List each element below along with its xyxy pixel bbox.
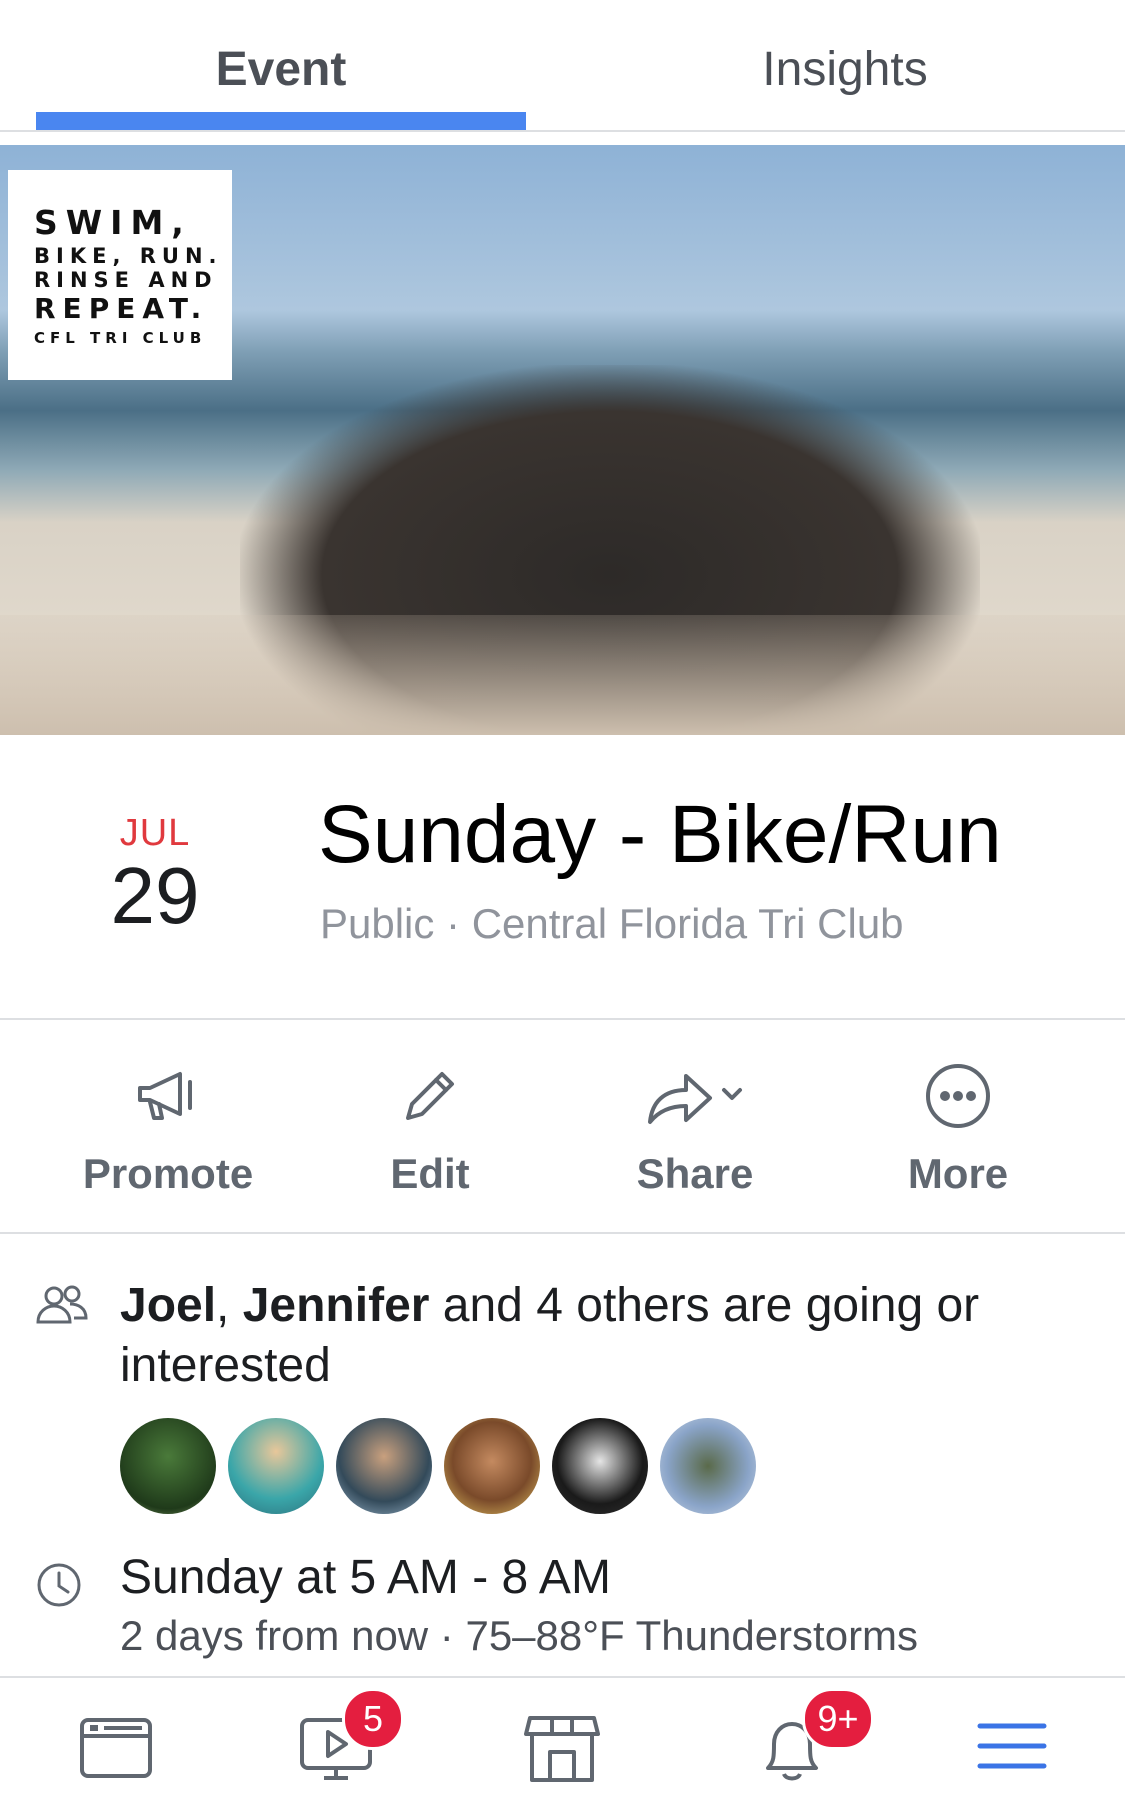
promote-label: Promote <box>82 1150 254 1197</box>
people-icon <box>36 1285 88 1324</box>
logo-line: RINSE AND <box>34 268 218 292</box>
club-logo: SWIM, BIKE, RUN. RINSE AND REPEAT. CFL T… <box>8 170 232 380</box>
avatar[interactable] <box>336 1418 432 1514</box>
avatar[interactable] <box>228 1418 324 1514</box>
share-arrow-icon <box>648 1074 742 1124</box>
share-label: Share <box>636 1150 754 1197</box>
edit-button[interactable]: Edit <box>300 1060 560 1198</box>
megaphone-icon <box>138 1072 192 1120</box>
tab-insights[interactable]: Insights <box>600 0 1090 130</box>
marketplace-icon[interactable] <box>522 1708 602 1788</box>
avatar[interactable] <box>444 1418 540 1514</box>
bottom-navigation: 5 9+ <box>0 1676 1125 1810</box>
promote-button[interactable]: Promote <box>38 1060 298 1198</box>
top-tab-bar: Event Insights <box>0 0 1125 132</box>
logo-line: SWIM, <box>34 203 192 242</box>
logo-line: CFL TRI CLUB <box>34 329 207 347</box>
event-time: Sunday at 5 AM - 8 AM <box>120 1551 611 1604</box>
tab-event[interactable]: Event <box>36 0 526 130</box>
clock-icon <box>37 1563 81 1607</box>
more-button[interactable]: More <box>828 1060 1088 1198</box>
active-tab-indicator <box>36 112 526 130</box>
more-label: More <box>907 1150 1009 1197</box>
edit-label: Edit <box>390 1150 470 1197</box>
guest-name: Jennifer <box>242 1279 430 1332</box>
event-date: JUL 29 <box>80 812 230 937</box>
guest-separator: , <box>216 1279 243 1332</box>
event-time-details: 2 days from now · 75–88°F Thunderstorms <box>120 1612 919 1659</box>
share-button[interactable]: Share <box>565 1060 825 1198</box>
event-day: 29 <box>110 851 200 940</box>
event-title: Sunday - Bike/Run <box>318 789 1002 880</box>
logo-line: BIKE, RUN. <box>34 244 223 268</box>
beach-sand <box>0 615 1125 735</box>
event-subtitle[interactable]: Public · Central Florida Tri Club <box>320 900 904 948</box>
event-month: JUL <box>119 812 191 854</box>
menu-icon[interactable] <box>972 1708 1052 1788</box>
pencil-icon <box>406 1072 454 1120</box>
avatar[interactable] <box>120 1418 216 1514</box>
avatar[interactable] <box>552 1418 648 1514</box>
event-actions: Promote Edit Share More <box>0 1020 1125 1232</box>
avatar[interactable] <box>660 1418 756 1514</box>
guest-name: Joel <box>120 1279 217 1332</box>
notifications-badge: 9+ <box>802 1688 874 1750</box>
divider <box>0 1232 1125 1234</box>
guests-summary[interactable]: Joel, Jennifer and 4 others are going or… <box>120 1276 1080 1396</box>
more-icon <box>926 1064 990 1128</box>
logo-line: REPEAT. <box>34 292 209 325</box>
video-badge: 5 <box>342 1688 404 1750</box>
news-feed-icon[interactable] <box>76 1708 156 1788</box>
